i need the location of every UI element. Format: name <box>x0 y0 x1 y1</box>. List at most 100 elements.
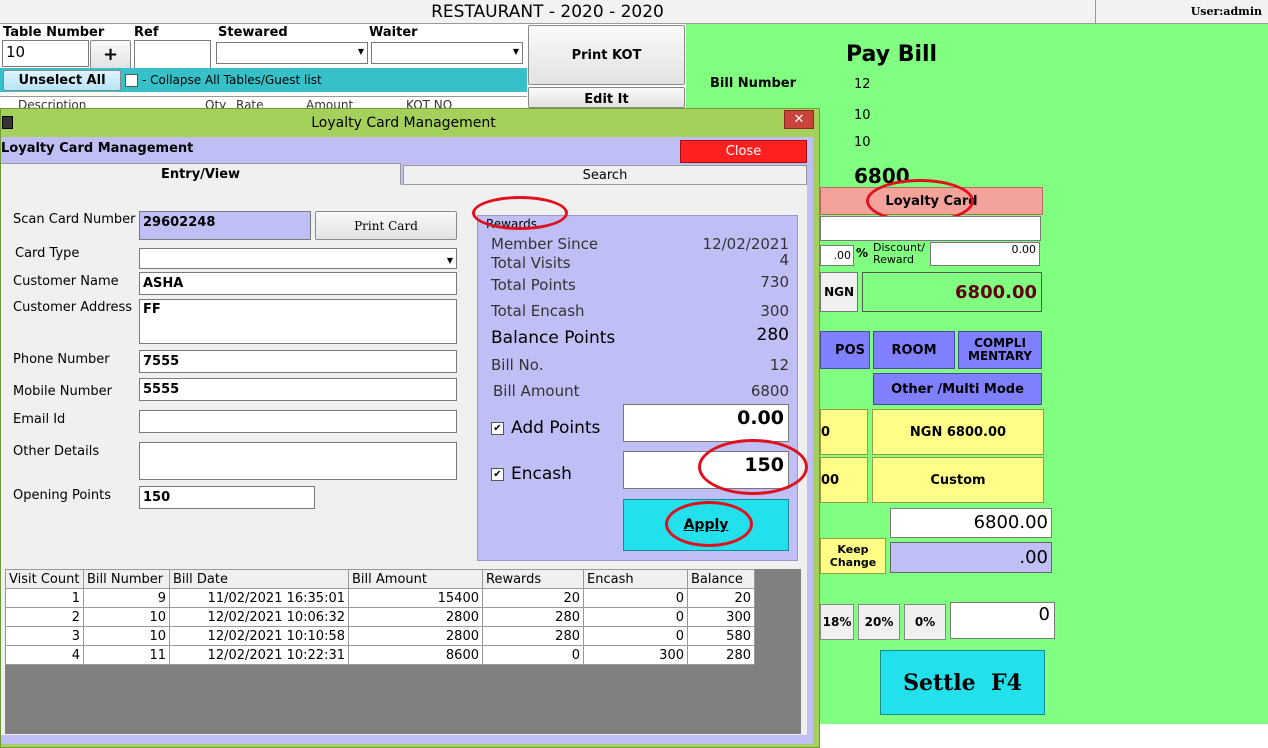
email-input[interactable] <box>139 410 457 433</box>
tip-18-button[interactable]: 18% <box>820 604 854 640</box>
chevron-down-icon: ▼ <box>446 256 453 265</box>
tip-20-button[interactable]: 20% <box>858 604 900 640</box>
percent-sign: % <box>856 246 869 260</box>
mobile-input[interactable]: 5555 <box>139 378 457 401</box>
keep-change-button[interactable]: Keep Change <box>820 538 886 574</box>
bill-amount-row: Bill Amount 6800 <box>493 382 789 400</box>
col-kot-no: KOT NO <box>406 98 453 108</box>
print-kot-button[interactable]: Print KOT <box>528 25 685 85</box>
opening-points-input[interactable]: 150 <box>139 486 315 509</box>
amount-due: 6800.00 <box>862 272 1042 312</box>
customer-name-label: Customer Name <box>13 274 119 289</box>
remarks-input[interactable] <box>820 216 1041 241</box>
cell-rewards: 280 <box>482 626 584 646</box>
cell-bill-number: 11 <box>83 645 170 665</box>
total-visits-row: Total Visits 4 <box>491 251 789 272</box>
table-row[interactable]: 3 10 12/02/2021 10:10:58 2800 280 0 580 <box>5 626 755 646</box>
close-button[interactable]: Close <box>680 140 807 163</box>
waiter-label: Waiter <box>369 25 418 40</box>
pay-bill-value-2: 10 <box>854 108 871 123</box>
apply-button[interactable]: Apply <box>623 499 789 551</box>
tendered-input[interactable]: 6800.00 <box>890 508 1052 538</box>
change-value: .00 <box>890 542 1052 573</box>
col-balance: Balance <box>687 569 755 589</box>
loyalty-card-button[interactable]: Loyalty Card <box>820 187 1043 215</box>
add-points-checkbox[interactable]: ✔ <box>491 422 504 435</box>
quick-amount-button-2[interactable]: 00 <box>820 457 868 503</box>
bill-number-value: 12 <box>854 77 871 92</box>
cell-encash: 0 <box>583 588 688 608</box>
tip-input[interactable]: 0 <box>950 602 1055 639</box>
table-number-input[interactable]: 10 <box>2 40 89 67</box>
table-row[interactable]: 4 11 12/02/2021 10:22:31 8600 0 300 280 <box>5 645 755 665</box>
stewarded-select[interactable]: ▼ <box>216 42 368 64</box>
other-multi-mode-button[interactable]: Other /Multi Mode <box>873 373 1042 405</box>
visit-history-grid: Visit Count Bill Number Bill Date Bill A… <box>5 569 801 734</box>
email-label: Email Id <box>13 412 66 427</box>
print-card-button[interactable]: Print Card <box>315 211 457 240</box>
dialog-titlebar[interactable]: Loyalty Card Management <box>1 109 821 137</box>
cell-balance: 580 <box>687 626 755 646</box>
total-encash-value: 300 <box>760 302 789 320</box>
order-header: Table Number Ref Stewared Waiter 10 + ▼ … <box>0 24 686 108</box>
cell-bill-amount: 2800 <box>348 607 483 627</box>
bill-no-label: Bill No. <box>491 356 544 374</box>
bill-no-row: Bill No. 12 <box>491 356 789 374</box>
card-type-select[interactable]: ▼ <box>139 248 457 269</box>
customer-address-input[interactable]: FF <box>139 299 457 344</box>
customer-address-label: Customer Address <box>13 300 133 315</box>
mobile-label: Mobile Number <box>13 384 112 399</box>
quick-amount-button-1[interactable]: 0 <box>820 409 868 455</box>
dialog-header: Loyalty Card Management <box>1 141 194 156</box>
add-table-button[interactable]: + <box>90 40 131 69</box>
cell-bill-date: 12/02/2021 10:22:31 <box>169 645 349 665</box>
add-points-input[interactable]: 0.00 <box>623 404 789 442</box>
table-row[interactable]: 2 10 12/02/2021 10:06:32 2800 280 0 300 <box>5 607 755 627</box>
scan-card-input[interactable]: 29602248 <box>139 211 311 240</box>
discount-amount-input[interactable]: 0.00 <box>930 242 1040 266</box>
total-points-value: 730 <box>760 273 789 291</box>
close-icon[interactable]: ✕ <box>784 110 814 129</box>
discount-percent-input[interactable]: .00 <box>820 245 854 266</box>
col-visit-count: Visit Count <box>5 569 84 589</box>
room-button[interactable]: ROOM <box>873 331 955 369</box>
custom-button[interactable]: Custom <box>872 457 1044 503</box>
total-points-row: Total Points 730 <box>491 273 789 294</box>
total-encash-row: Total Encash 300 <box>491 302 789 320</box>
encash-input[interactable]: 150 <box>623 451 789 489</box>
pos-button[interactable]: POS <box>820 331 870 369</box>
user-label: User:admin <box>1095 0 1268 24</box>
other-details-input[interactable] <box>139 442 457 480</box>
cell-balance: 300 <box>687 607 755 627</box>
ngn-amount-button[interactable]: NGN 6800.00 <box>872 409 1044 455</box>
edit-button[interactable]: Edit It <box>528 87 685 108</box>
ref-label: Ref <box>134 25 159 40</box>
currency-button[interactable]: NGN <box>820 272 858 312</box>
complimentary-button[interactable]: COMPLI MENTARY <box>958 331 1042 369</box>
tip-0-button[interactable]: 0% <box>904 604 946 640</box>
dialog-title: Loyalty Card Management <box>311 115 496 131</box>
settle-button[interactable]: Settle F4 <box>880 650 1045 715</box>
collapse-checkbox[interactable] <box>125 74 138 87</box>
grid-header-row: Visit Count Bill Number Bill Date Bill A… <box>5 569 755 589</box>
window-titlebar: RESTAURANT - 2020 - 2020 User:admin <box>0 0 1268 24</box>
table-row[interactable]: 1 9 11/02/2021 16:35:01 15400 20 0 20 <box>5 588 755 608</box>
waiter-select[interactable]: ▼ <box>371 42 523 64</box>
tab-entry-view[interactable]: Entry/View <box>1 163 401 185</box>
ref-input[interactable] <box>134 40 211 69</box>
member-since-value: 12/02/2021 <box>702 235 789 253</box>
table-number-label: Table Number <box>3 25 105 40</box>
settle-label: Settle F4 <box>903 669 1022 696</box>
opening-points-label: Opening Points <box>13 488 112 503</box>
phone-input[interactable]: 7555 <box>139 350 457 373</box>
cell-bill-number: 10 <box>83 607 170 627</box>
stewarded-label: Stewared <box>218 25 288 40</box>
cell-bill-date: 12/02/2021 10:06:32 <box>169 607 349 627</box>
balance-points-row: Balance Points 280 <box>491 325 789 348</box>
cell-bill-date: 11/02/2021 16:35:01 <box>169 588 349 608</box>
unselect-all-button[interactable]: Unselect All <box>3 70 121 91</box>
customer-name-input[interactable]: ASHA <box>139 272 457 295</box>
tab-search[interactable]: Search <box>403 165 807 185</box>
encash-checkbox[interactable]: ✔ <box>491 468 504 481</box>
rewards-group: Rewards Member Since 12/02/2021 Total Vis… <box>477 215 798 561</box>
